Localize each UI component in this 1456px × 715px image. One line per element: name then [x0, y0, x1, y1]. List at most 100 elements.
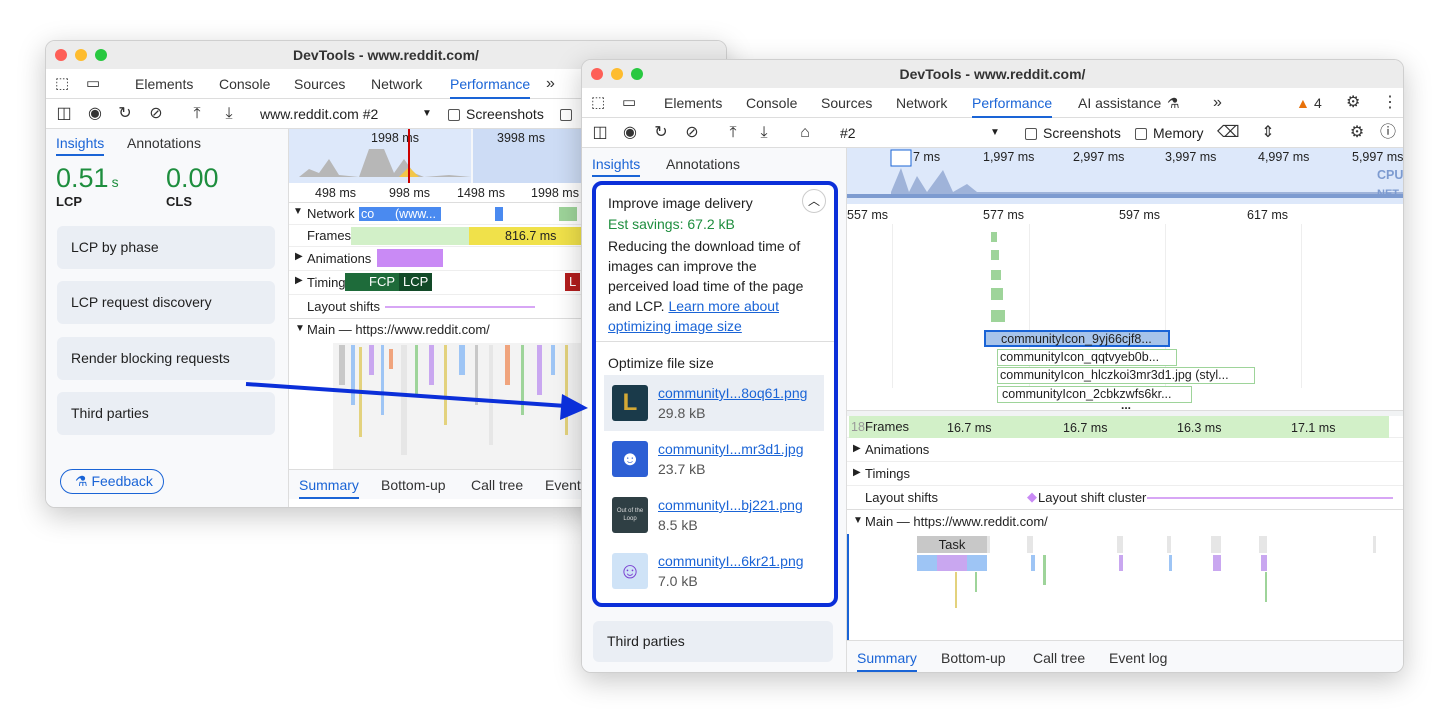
insight-third-parties[interactable]: Third parties: [593, 621, 833, 662]
more-tabs-icon[interactable]: »: [546, 69, 555, 99]
tab-console[interactable]: Console: [219, 69, 270, 99]
home-icon[interactable]: ⌂: [795, 118, 815, 148]
file-link[interactable]: communityI...bj221.png: [658, 497, 803, 513]
clear-icon[interactable]: ⊘: [682, 118, 702, 148]
tab-call-tree[interactable]: Call tree: [471, 471, 523, 499]
chevron-down-icon[interactable]: ▼: [422, 99, 432, 129]
expand-icon[interactable]: ▼: [295, 323, 305, 334]
expand-icon[interactable]: ▶: [295, 251, 303, 262]
download-icon[interactable]: ⤓: [219, 99, 239, 129]
device-toggle-icon[interactable]: ▭: [86, 69, 100, 99]
tab-console[interactable]: Console: [746, 88, 797, 118]
tab-call-tree[interactable]: Call tree: [1033, 644, 1085, 672]
tab-insights[interactable]: Insights: [592, 151, 641, 177]
file-item[interactable]: Out of the Loop communityI...bj221.png 8…: [612, 497, 822, 549]
network-request[interactable]: communityIcon_hlczkoi3mr3d1.jpg (styl...: [997, 367, 1255, 384]
file-link[interactable]: communityI...mr3d1.jpg: [658, 441, 804, 457]
network-request[interactable]: communityIcon_qqtvyeb0b...: [997, 349, 1177, 366]
memory-checkbox[interactable]: [560, 99, 578, 129]
file-item[interactable]: ☻ communityI...mr3d1.jpg 23.7 kB: [612, 441, 822, 493]
record-icon[interactable]: ◉: [85, 99, 105, 129]
fcp-marker[interactable]: FCP: [365, 273, 399, 291]
warning-icon[interactable]: ▲: [1296, 88, 1310, 118]
layout-shift-cluster-label[interactable]: Layout shift cluster: [1038, 490, 1146, 505]
more-menu-icon[interactable]: ⋮: [1382, 88, 1398, 118]
l-marker[interactable]: L: [565, 273, 581, 291]
recording-select[interactable]: #2: [840, 118, 856, 148]
tab-sources[interactable]: Sources: [294, 69, 345, 99]
tab-event-log[interactable]: Event log: [1109, 644, 1167, 672]
more-tabs-icon[interactable]: »: [1213, 88, 1222, 118]
tab-performance[interactable]: Performance: [450, 69, 531, 99]
expand-icon[interactable]: ▼: [853, 515, 863, 526]
upload-icon[interactable]: ⤒: [187, 99, 207, 129]
tab-network[interactable]: Network: [896, 88, 947, 118]
inspect-icon[interactable]: ⬚: [591, 88, 605, 118]
close-dot[interactable]: [55, 49, 67, 61]
sidebar-toggle-icon[interactable]: ◫: [54, 99, 74, 129]
close-dot[interactable]: [591, 68, 603, 80]
inspect-icon[interactable]: ⬚: [55, 69, 69, 99]
network-request-selected[interactable]: communityIcon_9yj66cjf8...: [984, 330, 1170, 347]
insight-lcp-request-discovery[interactable]: LCP request discovery: [57, 281, 275, 324]
main-track[interactable]: ▼ Main — https://www.reddit.com/ Task: [847, 510, 1403, 640]
tab-annotations[interactable]: Annotations: [127, 130, 201, 156]
tab-elements[interactable]: Elements: [135, 69, 193, 99]
sidebar-toggle-icon[interactable]: ◫: [590, 118, 610, 148]
settings-icon[interactable]: ⚙: [1346, 88, 1360, 118]
tab-bottom-up[interactable]: Bottom-up: [381, 471, 446, 499]
feedback-button[interactable]: ⚗ Feedback: [60, 469, 164, 494]
device-toggle-icon[interactable]: ▭: [622, 88, 636, 118]
screenshots-checkbox[interactable]: Screenshots: [448, 99, 544, 129]
warning-count[interactable]: 4: [1314, 88, 1322, 118]
insight-lcp-by-phase[interactable]: LCP by phase: [57, 226, 275, 269]
file-link[interactable]: communityI...8oq61.png: [658, 385, 807, 401]
expand-icon[interactable]: ▶: [295, 275, 303, 286]
expand-icon[interactable]: ▼: [293, 206, 303, 217]
frames-track[interactable]: 18 Frames 16.7 ms 16.7 ms 16.3 ms 17.1 m…: [847, 416, 1403, 438]
screenshots-checkbox[interactable]: Screenshots: [1025, 118, 1121, 148]
tab-ai-assistance[interactable]: AI assistance: [1078, 88, 1161, 118]
minimize-dot[interactable]: [611, 68, 623, 80]
clear-icon[interactable]: ⊘: [146, 99, 166, 129]
tab-summary[interactable]: Summary: [857, 644, 917, 672]
file-link[interactable]: communityI...6kr21.png: [658, 553, 804, 569]
zoom-dot[interactable]: [95, 49, 107, 61]
animations-track[interactable]: ▶ Animations: [847, 438, 1403, 462]
record-icon[interactable]: ◉: [620, 118, 640, 148]
tab-performance[interactable]: Performance: [972, 88, 1053, 118]
insight-render-blocking[interactable]: Render blocking requests: [57, 337, 275, 380]
insight-card-image-delivery[interactable]: Improve image delivery ︿ Est savings: 67…: [592, 181, 838, 607]
tab-event-log[interactable]: Event: [545, 471, 581, 499]
network-request[interactable]: communityIcon_2cbkzwfs6kr...: [997, 386, 1192, 403]
chevron-down-icon[interactable]: ▼: [990, 118, 1000, 148]
layout-shifts-track[interactable]: Layout shifts ◆ Layout shift cluster: [847, 486, 1403, 510]
capture-settings-icon[interactable]: ⚙: [1347, 118, 1367, 148]
tab-insights[interactable]: Insights: [56, 130, 105, 156]
tab-network[interactable]: Network: [371, 69, 422, 99]
file-item[interactable]: ☺ communityI...6kr21.png 7.0 kB: [612, 553, 822, 605]
reload-icon[interactable]: ↻: [115, 99, 135, 129]
expand-icon[interactable]: ▶: [853, 443, 861, 454]
collapse-tracks-icon[interactable]: ⇕: [1258, 118, 1278, 148]
tab-sources[interactable]: Sources: [821, 88, 872, 118]
recording-select[interactable]: www.reddit.com #2: [260, 99, 378, 129]
insight-third-parties[interactable]: Third parties: [57, 392, 275, 435]
overview-strip[interactable]: 7 ms 1,997 ms 2,997 ms 3,997 ms 4,997 ms…: [847, 148, 1403, 204]
tab-annotations[interactable]: Annotations: [666, 151, 740, 177]
reload-icon[interactable]: ↻: [651, 118, 671, 148]
zoom-dot[interactable]: [631, 68, 643, 80]
memory-checkbox[interactable]: Memory: [1135, 118, 1204, 148]
download-icon[interactable]: ⤓: [754, 118, 774, 148]
expand-icon[interactable]: ▶: [853, 467, 861, 478]
tab-summary[interactable]: Summary: [299, 471, 359, 499]
minimize-dot[interactable]: [75, 49, 87, 61]
lcp-marker[interactable]: LCP: [399, 273, 433, 291]
file-item[interactable]: L communityI...8oq61.png 29.8 kB: [612, 385, 822, 437]
upload-icon[interactable]: ⤒: [723, 118, 743, 148]
tab-bottom-up[interactable]: Bottom-up: [941, 644, 1006, 672]
broom-icon[interactable]: ⌫: [1217, 118, 1240, 148]
timings-track[interactable]: ▶ Timings: [847, 462, 1403, 486]
help-icon[interactable]: ⓘ: [1378, 118, 1398, 148]
tab-elements[interactable]: Elements: [664, 88, 722, 118]
